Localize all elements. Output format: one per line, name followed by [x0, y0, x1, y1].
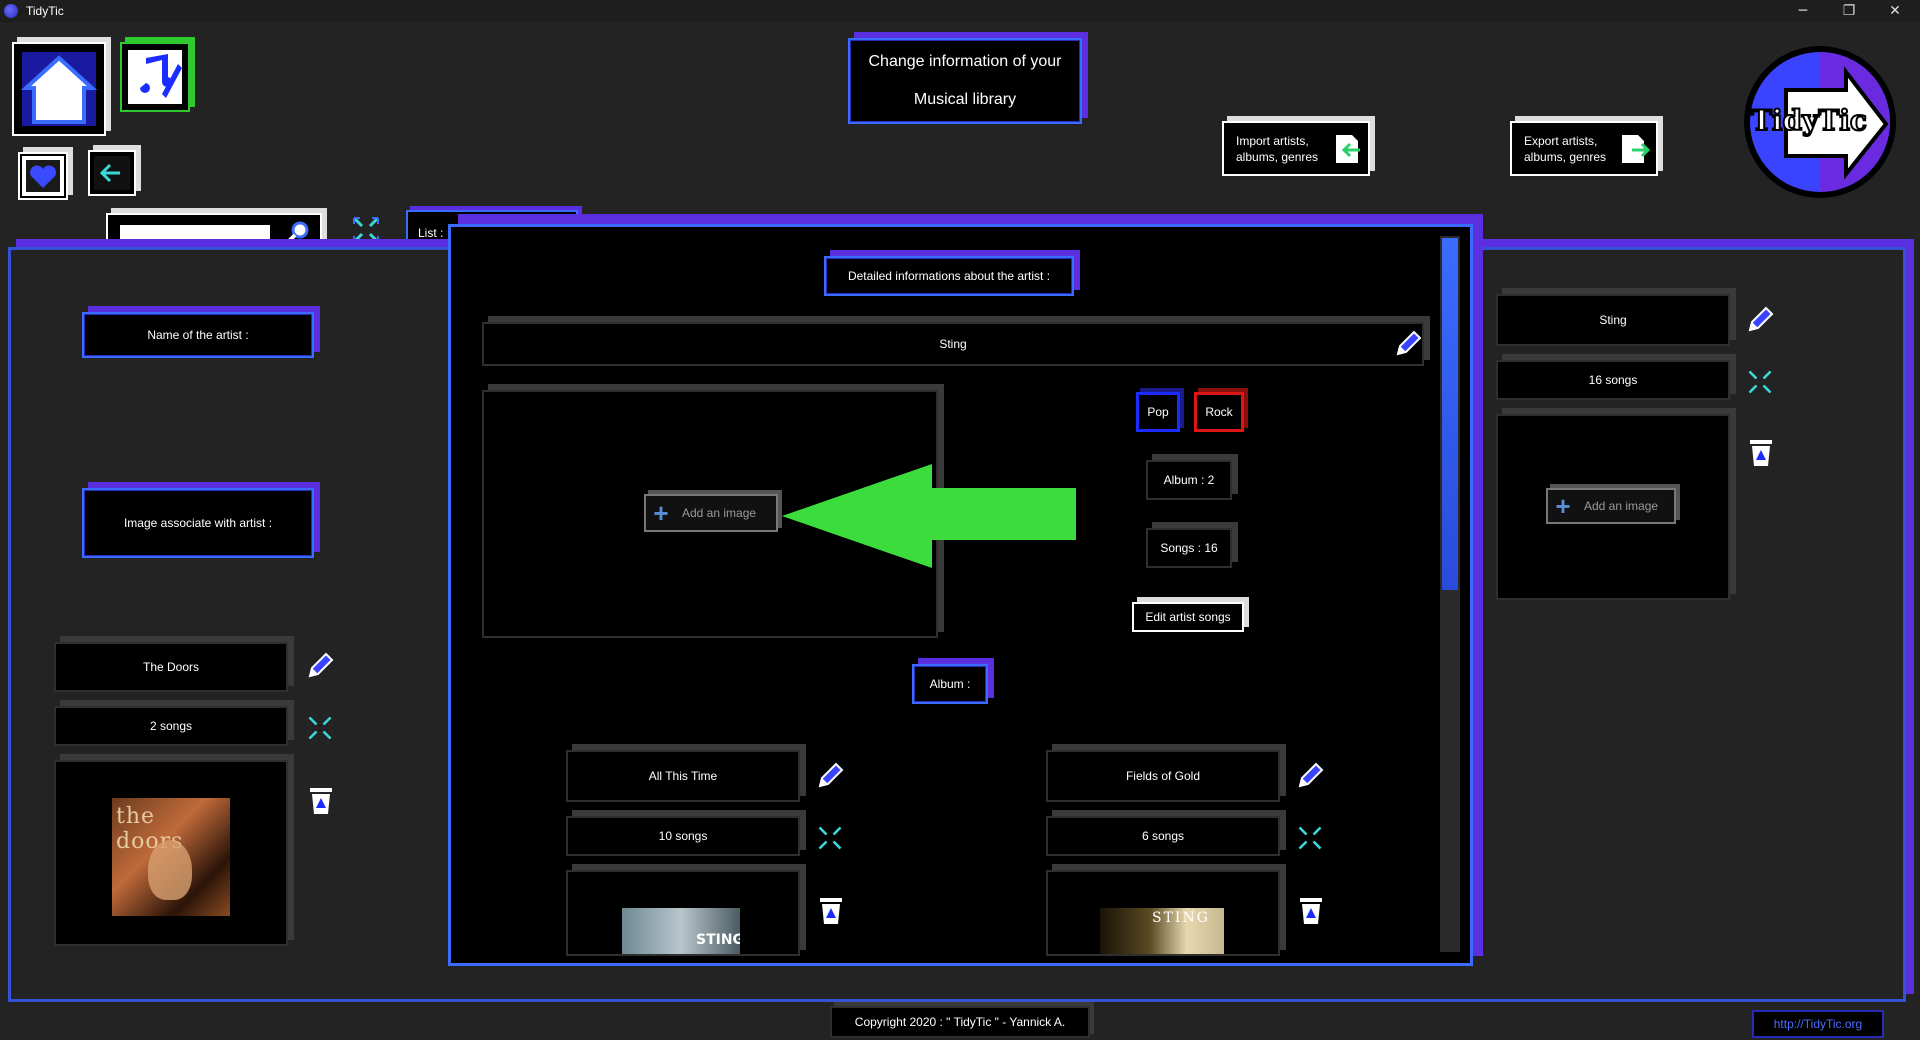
dialog-header: Detailed informations about the artist :	[824, 256, 1074, 296]
right-artist-image: + Add an image	[1496, 414, 1730, 600]
plus-icon: +	[653, 498, 669, 528]
album-card-songs-2: 6 songs	[1046, 816, 1280, 856]
edit-pencil-icon[interactable]	[304, 650, 336, 682]
edit-pencil-icon[interactable]	[1744, 304, 1776, 336]
trash-icon[interactable]	[816, 894, 846, 926]
trash-icon[interactable]	[306, 784, 336, 816]
export-label: Export artists, albums, genres	[1524, 133, 1606, 165]
right-add-image-label: Add an image	[1584, 499, 1659, 513]
import-label-line1: Import artists,	[1236, 134, 1309, 148]
app-icon	[4, 4, 18, 18]
close-button[interactable]: ✕	[1872, 1, 1918, 21]
minimize-button[interactable]: ─	[1780, 1, 1826, 21]
artist-card-name: The Doors	[54, 642, 288, 692]
edit-artist-songs-button[interactable]: Edit artist songs	[1132, 602, 1244, 632]
right-add-image-button[interactable]: + Add an image	[1546, 488, 1676, 524]
heart-icon	[22, 156, 64, 196]
add-image-button[interactable]: + Add an image	[644, 494, 778, 532]
export-button[interactable]: Export artists, albums, genres	[1510, 121, 1658, 176]
back-arrow-icon	[94, 156, 130, 190]
logo-text: TidyTic	[1750, 103, 1868, 138]
edit-pencil-icon[interactable]	[814, 760, 846, 792]
favorites-button[interactable]	[18, 152, 68, 200]
album-card-name-2: Fields of Gold	[1046, 750, 1280, 802]
album-cover-the-doors: the doors	[112, 798, 230, 916]
page-title-line2: Musical library	[913, 91, 1017, 108]
list-tab-label: List :	[418, 226, 444, 240]
songs-count: Songs : 16	[1146, 528, 1232, 568]
home-button[interactable]	[12, 42, 106, 136]
green-arrow-indicator	[782, 464, 1076, 568]
album-count: Album : 2	[1146, 460, 1232, 500]
right-artist-songs: 16 songs	[1496, 360, 1730, 400]
export-label-line1: Export artists,	[1524, 134, 1598, 148]
copyright-text: Copyright 2020 : " TidyTic " - Yannick A…	[830, 1006, 1090, 1038]
import-label-line2: albums, genres	[1236, 150, 1319, 164]
edit-pencil-icon[interactable]	[1294, 760, 1326, 792]
dialog-artist-name: Sting	[482, 322, 1424, 366]
music-edit-button[interactable]	[120, 42, 190, 112]
album-section-header: Album :	[912, 664, 988, 704]
trash-icon[interactable]	[1296, 894, 1326, 926]
album-card-songs-1: 10 songs	[566, 816, 800, 856]
home-icon	[20, 52, 98, 126]
album-cover-fields-of-gold: STING	[1100, 908, 1224, 954]
expand-icon[interactable]	[306, 714, 334, 742]
genre-tag-rock[interactable]: Rock	[1194, 392, 1244, 432]
artist-image-label: Image associate with artist :	[82, 488, 314, 558]
export-label-line2: albums, genres	[1524, 150, 1607, 164]
expand-icon[interactable]	[1296, 824, 1324, 852]
music-note-icon	[128, 50, 182, 104]
add-image-label: Add an image	[682, 506, 757, 520]
plus-icon: +	[1555, 491, 1571, 521]
expand-icon[interactable]	[816, 824, 844, 852]
album-card-image-2: STING	[1046, 870, 1280, 956]
dialog-scrollbar-thumb[interactable]	[1442, 238, 1458, 590]
restore-button[interactable]: ❐	[1826, 1, 1872, 21]
back-button[interactable]	[88, 150, 136, 196]
window-title: TidyTic	[26, 4, 64, 18]
website-link[interactable]: http://TidyTic.org	[1752, 1010, 1884, 1038]
album-cover-all-this-time: STING	[622, 908, 740, 954]
search-icon[interactable]	[284, 220, 312, 246]
artist-card-image: the doors	[54, 760, 288, 946]
edit-pencil-icon[interactable]	[1392, 328, 1424, 360]
expand-all-icon[interactable]	[350, 214, 382, 246]
window-titlebar	[0, 0, 1920, 22]
page-title-line1: Change information of your	[868, 53, 1062, 70]
search-input[interactable]	[120, 225, 270, 239]
trash-icon[interactable]	[1746, 436, 1776, 468]
artist-name-label: Name of the artist :	[82, 312, 314, 358]
right-artist-name: Sting	[1496, 294, 1730, 346]
page-title: Change information of your Musical libra…	[848, 38, 1082, 124]
cover-text: STING	[1152, 910, 1210, 926]
expand-icon[interactable]	[1746, 368, 1774, 396]
export-icon	[1622, 135, 1651, 163]
album-card-image-1: STING	[566, 870, 800, 956]
search-box	[106, 213, 322, 249]
album-card-name-1: All This Time	[566, 750, 800, 802]
tidytic-logo: TidyTic	[1740, 42, 1900, 202]
import-label: Import artists, albums, genres	[1236, 133, 1318, 165]
import-button[interactable]: Import artists, albums, genres	[1222, 121, 1370, 176]
artist-card-songs: 2 songs	[54, 706, 288, 746]
import-icon	[1336, 135, 1360, 163]
cover-text: STING	[696, 932, 740, 948]
genre-tag-pop[interactable]: Pop	[1136, 392, 1180, 432]
